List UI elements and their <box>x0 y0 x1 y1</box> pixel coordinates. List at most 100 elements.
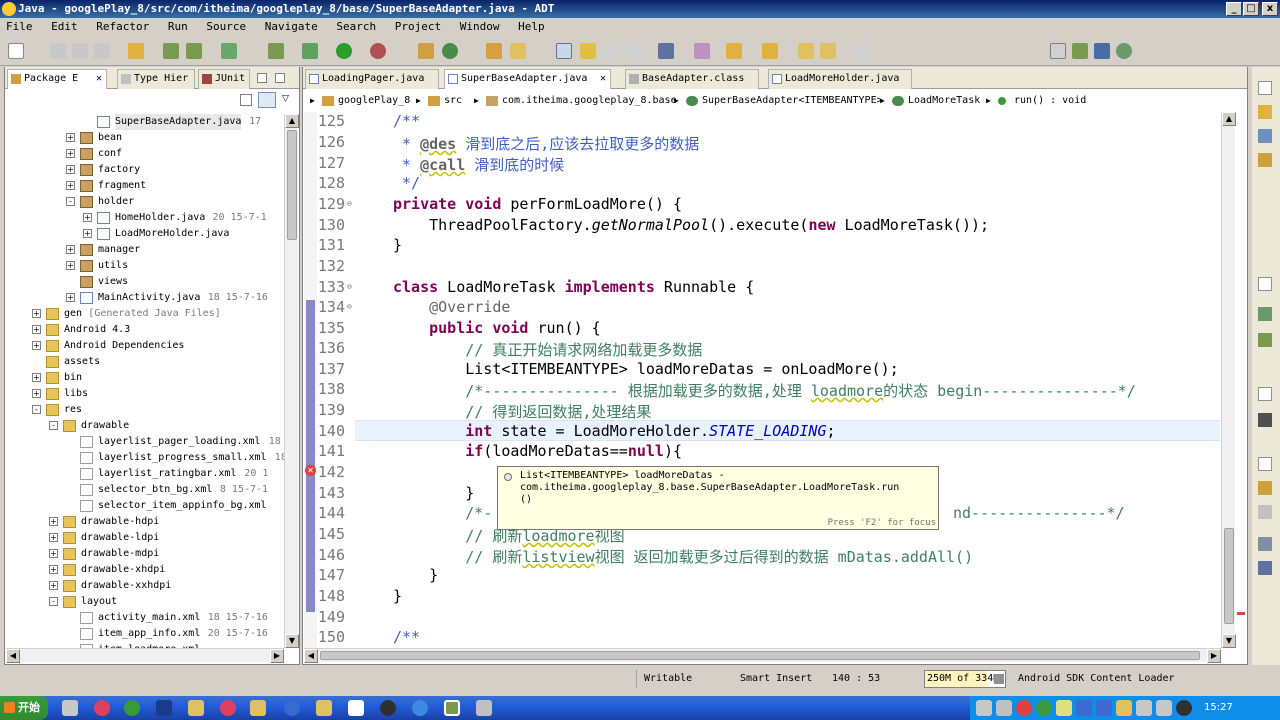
expand-icon[interactable]: + <box>32 325 41 334</box>
menu-help[interactable]: Help <box>518 20 545 33</box>
save-icon[interactable] <box>50 43 66 59</box>
forward-icon[interactable] <box>854 43 870 59</box>
scroll-down-icon[interactable]: ▼ <box>1222 634 1236 648</box>
back-arrow-icon[interactable] <box>798 43 814 59</box>
tray-bluetooth-icon[interactable] <box>1076 700 1092 716</box>
fold-toggle-icon[interactable]: ⊖ <box>347 302 352 311</box>
collapse-all-icon[interactable] <box>240 94 252 106</box>
tray-ime-icon[interactable] <box>1056 700 1072 716</box>
tree-item[interactable]: + libs <box>6 386 284 402</box>
new-android-project-icon[interactable] <box>268 43 284 59</box>
tree-item[interactable]: layerlist_pager_loading.xml 18 <box>6 434 284 450</box>
tree-hscrollbar[interactable]: ◀ ▶ <box>6 648 284 663</box>
hover-tooltip[interactable]: List<ITEMBEANTYPE> loadMoreDatas - com.i… <box>497 466 939 530</box>
expand-icon[interactable]: + <box>49 517 58 526</box>
problems-view-icon[interactable] <box>1258 505 1272 519</box>
editor-scrollbar[interactable]: ▲ ▼ <box>1221 112 1236 648</box>
tree-item[interactable]: - res <box>6 402 284 418</box>
previous-annotation-icon[interactable] <box>726 43 742 59</box>
garbage-collect-icon[interactable] <box>994 674 1004 684</box>
expand-icon[interactable]: + <box>66 245 75 254</box>
task-list-icon[interactable] <box>1258 129 1272 143</box>
tree-item[interactable]: + MainActivity.java 18 15-7-16 <box>6 290 284 306</box>
tree-item[interactable]: activity_main.xml 18 15-7-16 <box>6 610 284 626</box>
show-desktop-icon[interactable] <box>62 700 78 716</box>
tree-item[interactable]: + HomeHolder.java 20 15-7-1 <box>6 210 284 226</box>
outline-view-icon[interactable] <box>1258 105 1272 119</box>
tray-folder-icon[interactable] <box>1116 700 1132 716</box>
editor-scroll-thumb[interactable] <box>1224 528 1234 624</box>
tray-display-icon[interactable] <box>1136 700 1152 716</box>
tab-junit[interactable]: JUnit <box>198 69 250 89</box>
logcat-icon[interactable] <box>1258 413 1272 427</box>
debug-icon[interactable] <box>302 43 318 59</box>
restore-view-icon[interactable] <box>1258 277 1272 291</box>
expand-icon[interactable]: + <box>66 133 75 142</box>
tree-item[interactable]: + bean <box>6 130 284 146</box>
scroll-left-icon[interactable]: ◀ <box>6 649 20 663</box>
tree-item[interactable]: + manager <box>6 242 284 258</box>
next-annotation-icon[interactable] <box>694 43 710 59</box>
restore-view-icon[interactable] <box>1258 457 1272 471</box>
print-icon[interactable] <box>94 43 110 59</box>
expand-icon[interactable]: + <box>49 533 58 542</box>
tree-item[interactable]: views <box>6 274 284 290</box>
browser-app-icon[interactable] <box>284 700 300 716</box>
expand-icon[interactable]: + <box>66 149 75 158</box>
devices-view-icon[interactable] <box>1258 307 1272 321</box>
close-tab-icon[interactable]: ✕ <box>96 70 102 88</box>
tab-loadingpager[interactable]: LoadingPager.java <box>305 69 439 89</box>
maximize-button[interactable]: □ <box>1243 2 1259 16</box>
notes-app-icon[interactable] <box>156 700 172 716</box>
menu-source[interactable]: Source <box>206 20 246 33</box>
expand-icon[interactable]: + <box>66 293 75 302</box>
scroll-up-icon[interactable]: ▲ <box>1222 112 1236 126</box>
skip-breakpoints-icon[interactable] <box>658 43 674 59</box>
tree-item[interactable]: + LoadMoreHolder.java <box>6 226 284 242</box>
scroll-right-icon[interactable]: ▶ <box>1207 649 1221 663</box>
tab-superbaseadapter[interactable]: SuperBaseAdapter.java ✕ <box>444 69 611 89</box>
back-icon[interactable] <box>820 43 836 59</box>
folder-app-icon[interactable] <box>250 700 266 716</box>
open-folder-icon[interactable] <box>128 43 144 59</box>
code-editor[interactable]: 125 126 127 128 129 130 131 132 133 134 … <box>317 112 1220 648</box>
collapse-icon[interactable]: - <box>32 405 41 414</box>
expand-icon[interactable]: + <box>66 165 75 174</box>
search-icon[interactable] <box>510 43 526 59</box>
android-view-icon[interactable] <box>1258 333 1272 347</box>
view-menu-icon[interactable]: ▽ <box>282 94 289 104</box>
external-tools-icon[interactable] <box>370 43 386 59</box>
tray-volume-icon[interactable] <box>996 700 1012 716</box>
tree-item[interactable]: + fragment <box>6 178 284 194</box>
start-button[interactable]: 开始 <box>0 696 48 720</box>
expand-icon[interactable]: + <box>32 389 41 398</box>
tree-item[interactable]: + Android 4.3 <box>6 322 284 338</box>
tab-loadmoreholder[interactable]: LoadMoreHolder.java <box>768 69 912 89</box>
expand-icon[interactable]: + <box>49 581 58 590</box>
tree-item[interactable]: selector_btn_bg.xml 8 15-7-1 <box>6 482 284 498</box>
error-indicator[interactable] <box>1237 612 1245 615</box>
tray-security-icon[interactable] <box>1016 700 1032 716</box>
menu-project[interactable]: Project <box>395 20 441 33</box>
tree-item[interactable]: + drawable-xxhdpi <box>6 578 284 594</box>
tree-item[interactable]: - drawable <box>6 418 284 434</box>
java-perspective-icon[interactable] <box>1094 43 1110 59</box>
image-app-icon[interactable] <box>476 700 492 716</box>
breadcrumb-class[interactable]: SuperBaseAdapter<ITEMBEANTYPE> <box>702 91 883 111</box>
search-view-icon[interactable] <box>1258 561 1272 575</box>
recorder-app-icon[interactable] <box>380 700 396 716</box>
window-title-bar[interactable]: Java - googlePlay_8/src/com/itheima/goog… <box>0 0 1280 18</box>
editor-hscroll-thumb[interactable] <box>320 651 1200 660</box>
run-icon[interactable] <box>336 43 352 59</box>
block-selection-icon[interactable] <box>626 43 642 59</box>
tree-item[interactable]: + drawable-xhdpi <box>6 562 284 578</box>
debug-perspective-icon[interactable] <box>1116 43 1132 59</box>
tree-item[interactable]: + drawable-mdpi <box>6 546 284 562</box>
tree-item[interactable]: SuperBaseAdapter.java 17 <box>6 114 284 130</box>
tree-item[interactable]: + bin <box>6 370 284 386</box>
terminal-app-icon[interactable] <box>348 700 364 716</box>
hierarchy-view-icon[interactable] <box>1258 153 1272 167</box>
tree-item[interactable]: + Android Dependencies <box>6 338 284 354</box>
breadcrumb-project[interactable]: googlePlay_8 <box>338 91 410 111</box>
editor-hscrollbar[interactable]: ◀ ▶ <box>304 648 1221 663</box>
